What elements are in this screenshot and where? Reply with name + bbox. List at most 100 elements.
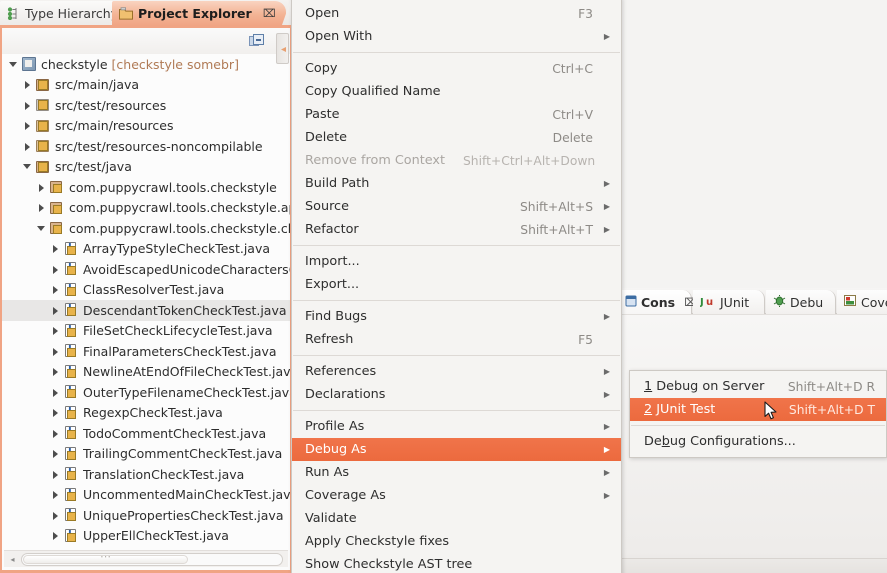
menu-item-label: Source (305, 199, 502, 214)
menu-item-apply-checkstyle-fixes[interactable]: Apply Checkstyle fixes▶ (292, 530, 621, 553)
tree-twisty-closed-icon[interactable] (50, 407, 61, 418)
tab-project-explorer[interactable]: Project Explorer ⌧ (112, 1, 286, 26)
tree-twisty-closed-icon[interactable] (50, 284, 61, 295)
tree-twisty-closed-icon[interactable] (36, 182, 47, 193)
menu-item-source[interactable]: SourceShift+Alt+S▶ (292, 195, 621, 218)
tree-row[interactable]: ClassResolverTest.java (2, 280, 290, 301)
tree-twisty-open-icon[interactable] (8, 59, 19, 70)
package-icon (49, 220, 65, 236)
tree-row[interactable]: TranslationCheckTest.java (2, 464, 290, 485)
tab-project-explorer-close-icon[interactable]: ⌧ (263, 7, 276, 20)
tree-twisty-closed-icon[interactable] (50, 305, 61, 316)
hscroll-track[interactable] (21, 553, 283, 566)
tree-twisty-open-icon[interactable] (36, 223, 47, 234)
tree-row[interactable]: UniquePropertiesCheckTest.java (2, 505, 290, 526)
bottom-tab-cons[interactable]: Cons⌧ (618, 290, 692, 314)
menu-item-copy[interactable]: CopyCtrl+C▶ (292, 57, 621, 80)
tree-row-label: FinalParametersCheckTest.java (83, 344, 277, 359)
tree-twisty-closed-icon[interactable] (22, 100, 33, 111)
tree-twisty-closed-icon[interactable] (50, 325, 61, 336)
tab-type-hierarchy[interactable]: Type Hierarchy (0, 1, 128, 26)
tree-twisty-closed-icon[interactable] (50, 243, 61, 254)
tree-row-selected[interactable]: DescendantTokenCheckTest.java (2, 300, 290, 321)
tree-twisty-closed-icon[interactable] (22, 120, 33, 131)
tree-row[interactable]: ArrayTypeStyleCheckTest.java (2, 239, 290, 260)
collapse-all-icon[interactable] (249, 34, 264, 48)
tree-row-label: TodoCommentCheckTest.java (83, 426, 266, 441)
tree-twisty-closed-icon[interactable] (50, 448, 61, 459)
menu-item-declarations[interactable]: Declarations▶ (292, 383, 621, 406)
submenu-item-junit-test[interactable]: 2 JUnit TestShift+Alt+D T (630, 398, 886, 421)
menu-item-refresh[interactable]: RefreshF5▶ (292, 328, 621, 351)
menu-item-export[interactable]: Export...▶ (292, 273, 621, 296)
tree-row[interactable]: com.puppycrawl.tools.checkstyle.check (2, 218, 290, 239)
menu-item-debug-as[interactable]: Debug As▶ (292, 438, 621, 461)
bottom-tab-junit[interactable]: JuJUnit (693, 290, 765, 314)
tree-twisty-closed-icon[interactable] (22, 79, 33, 90)
submenu-arrow-icon: ▶ (600, 226, 610, 234)
submenu-item-shortcut: Shift+Alt+D R (788, 380, 875, 394)
tree-twisty-closed-icon[interactable] (50, 387, 61, 398)
tree-twisty-closed-icon[interactable] (50, 530, 61, 541)
tree-row[interactable]: src/test/resources-noncompilable (2, 136, 290, 157)
tree-row[interactable]: FileSetCheckLifecycleTest.java (2, 321, 290, 342)
menu-item-references[interactable]: References▶ (292, 360, 621, 383)
menu-item-validate[interactable]: Validate▶ (292, 507, 621, 530)
tree-row[interactable]: TodoCommentCheckTest.java (2, 423, 290, 444)
bottom-tab-label: Debu (790, 295, 823, 310)
menu-item-label: Build Path (305, 176, 593, 191)
tree-twisty-open-icon[interactable] (22, 161, 33, 172)
tree-row[interactable]: checkstyle [checkstyle somebr] (2, 54, 290, 75)
submenu-item-debug-on-server[interactable]: 1 Debug on ServerShift+Alt+D R (630, 375, 886, 398)
menu-item-show-checkstyle-ast-tree[interactable]: Show Checkstyle AST tree▶ (292, 553, 621, 573)
project-tree[interactable]: checkstyle [checkstyle somebr]src/main/j… (2, 54, 290, 554)
project-tree-hscrollbar[interactable]: ◂ (4, 550, 288, 567)
menu-item-refactor[interactable]: RefactorShift+Alt+T▶ (292, 218, 621, 241)
hscroll-thumb[interactable] (23, 555, 188, 564)
tree-twisty-closed-icon[interactable] (36, 202, 47, 213)
menu-item-open[interactable]: OpenF3▶ (292, 2, 621, 25)
menu-item-label: Apply Checkstyle fixes (305, 534, 593, 549)
tree-twisty-closed-icon[interactable] (50, 510, 61, 521)
tree-row[interactable]: TrailingCommentCheckTest.java (2, 444, 290, 465)
hscroll-left-arrow-icon[interactable]: ◂ (4, 555, 21, 564)
menu-item-coverage-as[interactable]: Coverage As▶ (292, 484, 621, 507)
tree-row[interactable]: NewlineAtEndOfFileCheckTest.java (2, 362, 290, 383)
tree-twisty-closed-icon[interactable] (50, 366, 61, 377)
tree-row[interactable]: UncommentedMainCheckTest.java (2, 485, 290, 506)
tree-twisty-closed-icon[interactable] (50, 346, 61, 357)
resource-folder-icon (35, 118, 51, 134)
tree-twisty-closed-icon[interactable] (50, 469, 61, 480)
tree-row[interactable]: AvoidEscapedUnicodeCharactersChec (2, 259, 290, 280)
tree-row[interactable]: OuterTypeFilenameCheckTest.java (2, 382, 290, 403)
bottom-tab-debu[interactable]: Debu (766, 290, 836, 314)
menu-item-run-as[interactable]: Run As▶ (292, 461, 621, 484)
tree-row[interactable]: com.puppycrawl.tools.checkstyle (2, 177, 290, 198)
menu-item-build-path[interactable]: Build Path▶ (292, 172, 621, 195)
view-collapse-handle[interactable] (276, 33, 289, 64)
menu-item-find-bugs[interactable]: Find Bugs▶ (292, 305, 621, 328)
bottom-tab-cover[interactable]: Cover (837, 290, 887, 314)
menu-item-open-with[interactable]: Open With▶ (292, 25, 621, 48)
tree-row[interactable]: UpperEllCheckTest.java (2, 526, 290, 547)
menu-item-delete[interactable]: DeleteDelete▶ (292, 126, 621, 149)
menu-item-paste[interactable]: PasteCtrl+V▶ (292, 103, 621, 126)
tree-twisty-closed-icon[interactable] (50, 264, 61, 275)
java-file-icon (63, 487, 79, 503)
submenu-item-debug-configurations[interactable]: Debug Configurations... (630, 430, 886, 453)
tree-row[interactable]: src/test/resources (2, 95, 290, 116)
menu-item-profile-as[interactable]: Profile As▶ (292, 415, 621, 438)
tree-row[interactable]: src/main/java (2, 75, 290, 96)
tree-twisty-closed-icon[interactable] (22, 141, 33, 152)
tree-row[interactable]: com.puppycrawl.tools.checkstyle.api (2, 198, 290, 219)
menu-item-copy-qualified-name[interactable]: Copy Qualified Name▶ (292, 80, 621, 103)
tree-twisty-closed-icon[interactable] (50, 489, 61, 500)
tree-twisty-closed-icon[interactable] (50, 428, 61, 439)
tree-row[interactable]: src/main/resources (2, 116, 290, 137)
menu-item-import[interactable]: Import...▶ (292, 250, 621, 273)
tree-row[interactable]: FinalParametersCheckTest.java (2, 341, 290, 362)
bottom-tab-label: Cover (861, 295, 887, 310)
tree-row-suffix: [checkstyle somebr] (108, 57, 239, 72)
tree-row[interactable]: src/test/java (2, 157, 290, 178)
tree-row[interactable]: RegexpCheckTest.java (2, 403, 290, 424)
